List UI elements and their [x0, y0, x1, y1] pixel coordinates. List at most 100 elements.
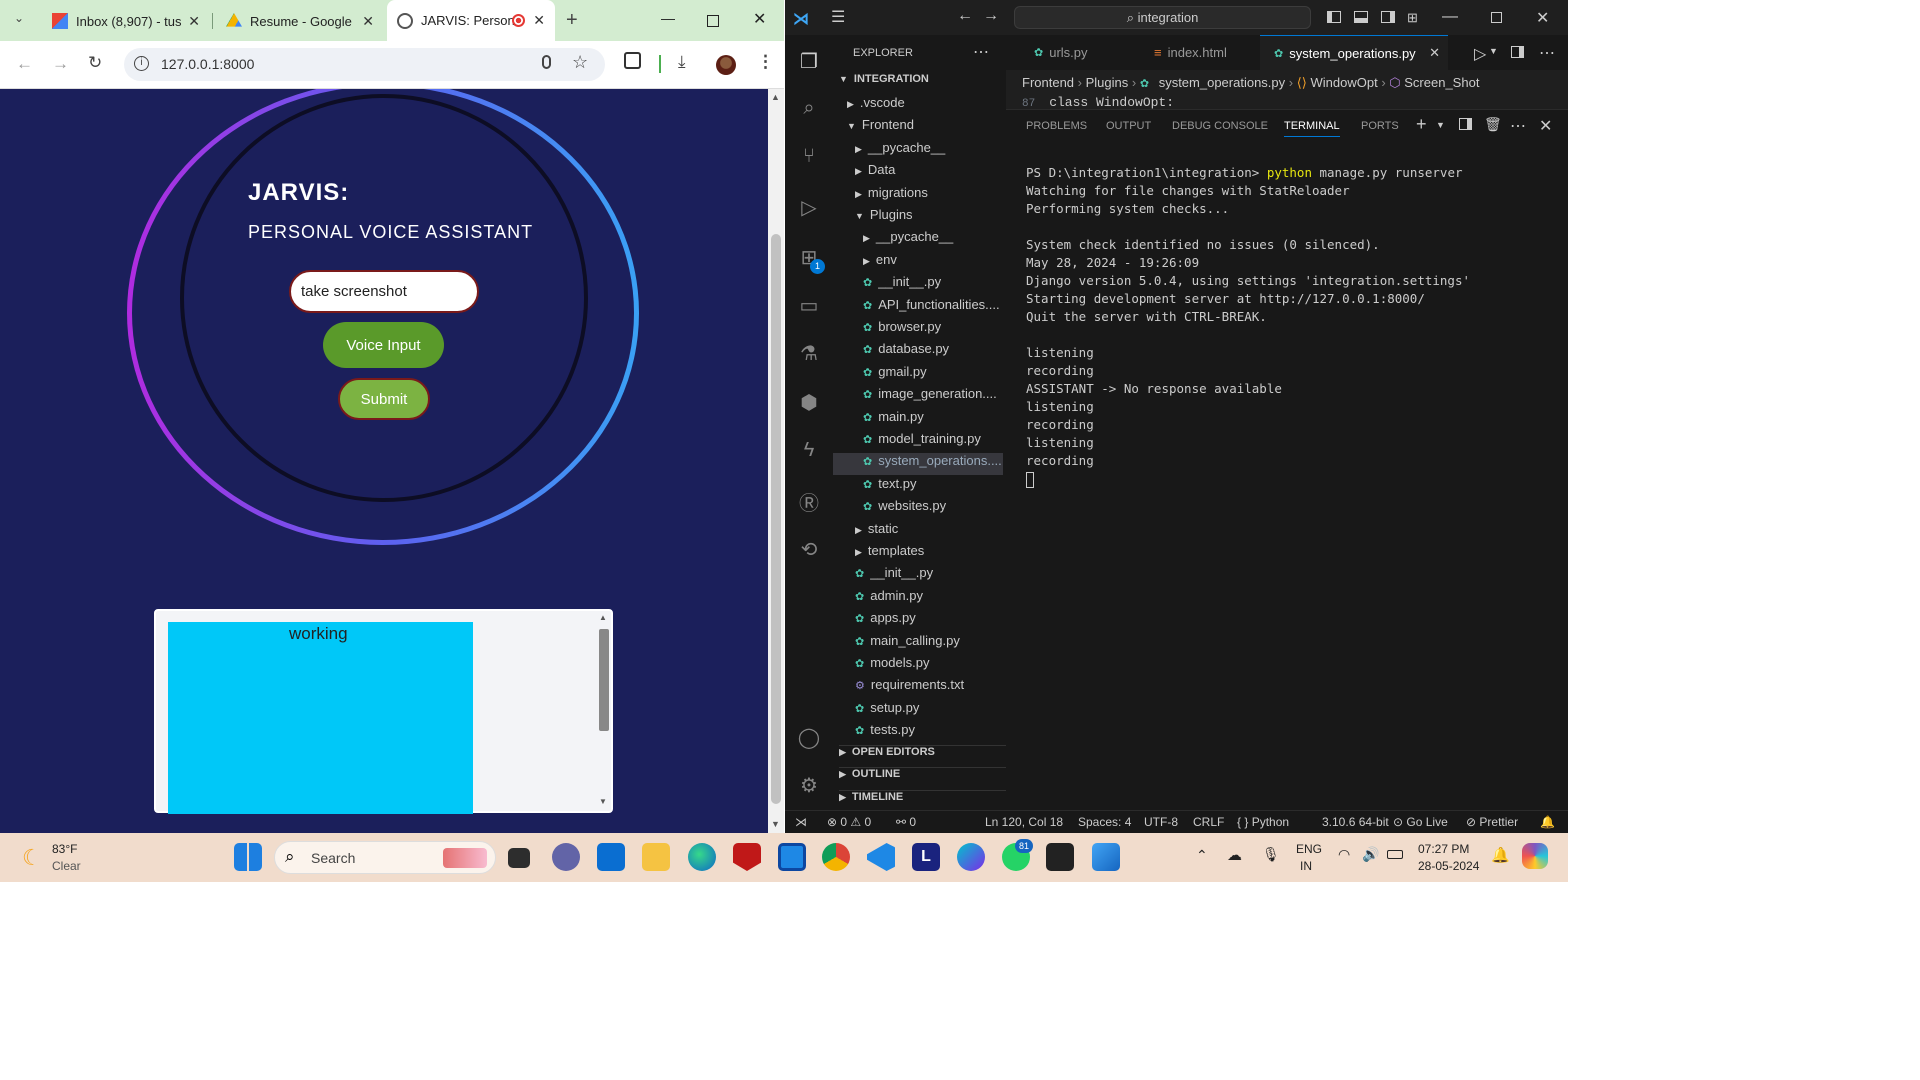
testing-icon[interactable]: ⚗ — [797, 341, 821, 365]
l-app-icon[interactable]: L — [912, 843, 940, 871]
maximize-icon[interactable] — [1491, 12, 1502, 23]
more-actions-icon[interactable]: ⋯ — [1539, 43, 1555, 63]
scroll-up-icon[interactable]: ▲ — [599, 613, 607, 622]
section-outline[interactable]: ▶ OUTLINE — [839, 767, 1006, 789]
close-panel-icon[interactable]: ✕ — [1539, 116, 1552, 136]
new-tab-icon[interactable]: + — [566, 9, 578, 32]
toggle-secondary-sidebar-icon[interactable] — [1381, 11, 1395, 23]
tree-folder[interactable]: ▶ .vscode — [833, 95, 1003, 117]
tree-file[interactable]: ✿ model_training.py — [833, 431, 1003, 453]
scroll-down-icon[interactable]: ▼ — [599, 797, 607, 806]
close-icon[interactable]: ✕ — [188, 13, 200, 30]
tree-file[interactable]: ✿ setup.py — [833, 700, 1003, 722]
language-code[interactable]: ENG — [1296, 842, 1322, 856]
weather-temp[interactable]: 83°F — [52, 842, 77, 856]
trash-icon[interactable]: 🗑 — [1484, 116, 1502, 133]
menu-icon[interactable]: ⋮ — [757, 52, 774, 72]
mcafee-icon[interactable] — [733, 843, 761, 871]
windows-start-icon[interactable] — [234, 843, 262, 871]
tree-file[interactable]: ⚙ requirements.txt — [833, 677, 1003, 699]
tab-resume[interactable]: Resume - Google ✕ — [216, 6, 384, 36]
site-info-icon[interactable]: i — [134, 56, 149, 71]
weather-condition[interactable]: Clear — [52, 859, 81, 873]
tree-folder[interactable]: ▶ env — [833, 252, 1003, 274]
photos-icon[interactable] — [1092, 843, 1120, 871]
microphone-icon[interactable]: 🎙 — [1262, 846, 1280, 863]
reload-icon[interactable]: ↻ — [88, 53, 102, 73]
prettier-status[interactable]: ⊘ Prettier — [1466, 815, 1518, 829]
tree-folder[interactable]: ▶ migrations — [833, 185, 1003, 207]
tree-file[interactable]: ✿ image_generation.... — [833, 386, 1003, 408]
tree-folder[interactable]: ▶ __pycache__ — [833, 140, 1003, 162]
settings-gear-icon[interactable]: ⚙ — [797, 773, 821, 797]
tree-file[interactable]: ✿ API_functionalities.... — [833, 297, 1003, 319]
app-icon[interactable] — [778, 843, 806, 871]
tree-file[interactable]: ✿ websites.py — [833, 498, 1003, 520]
tree-folder[interactable]: ▼ Frontend — [833, 117, 1003, 139]
editor-tab-system-operations[interactable]: ✿ system_operations.py ✕ — [1260, 35, 1448, 70]
python-interpreter[interactable]: 3.10.6 64-bit — [1322, 815, 1389, 829]
tree-folder[interactable]: ▶ __pycache__ — [833, 229, 1003, 251]
breadcrumb-item[interactable]: Frontend — [1022, 75, 1074, 90]
r-icon[interactable]: Ⓡ — [797, 487, 821, 515]
scroll-up-icon[interactable]: ▲ — [771, 92, 780, 102]
account-icon[interactable]: ◯ — [797, 725, 821, 749]
cursor-position[interactable]: Ln 120, Col 18 — [985, 815, 1063, 829]
scroll-thumb[interactable] — [599, 629, 609, 731]
panel-tab-terminal[interactable]: TERMINAL — [1284, 120, 1340, 137]
command-input[interactable] — [289, 270, 479, 313]
thunder-client-icon[interactable]: ϟ — [797, 439, 821, 463]
extensions-icon[interactable] — [624, 52, 641, 69]
breadcrumb-item[interactable]: system_operations.py — [1159, 75, 1285, 90]
volume-icon[interactable]: 🔊 — [1362, 846, 1379, 863]
notification-bell-icon[interactable]: 🔔 — [1491, 846, 1510, 864]
edge-icon[interactable] — [688, 843, 716, 871]
tree-file[interactable]: ✿ main.py — [833, 409, 1003, 431]
toggle-panel-icon[interactable] — [1354, 11, 1368, 23]
tree-file[interactable]: ✿ __init__.py — [833, 274, 1003, 296]
tree-file[interactable]: ✿ database.py — [833, 341, 1003, 363]
customize-layout-icon[interactable]: ⊞ — [1407, 10, 1418, 26]
taskbar-search[interactable]: ⌕ Search — [274, 841, 496, 874]
close-icon[interactable]: ✕ — [533, 12, 545, 29]
close-icon[interactable]: ✕ — [1429, 45, 1440, 61]
forward-icon[interactable]: → — [52, 54, 69, 74]
breadcrumb-item[interactable]: WindowOpt — [1311, 75, 1378, 90]
tree-file[interactable]: ✿ models.py — [833, 655, 1003, 677]
problems-status[interactable]: ⊗ 0 ⚠ 0 — [827, 815, 871, 829]
tree-folder[interactable]: ▼ Plugins — [833, 207, 1003, 229]
tree-file[interactable]: ✿ __init__.py — [833, 565, 1003, 587]
tree-file[interactable]: ✿ gmail.py — [833, 364, 1003, 386]
close-icon[interactable]: ✕ — [362, 13, 374, 30]
indentation[interactable]: Spaces: 4 — [1078, 815, 1131, 829]
file-explorer-icon[interactable] — [642, 843, 670, 871]
tree-file[interactable]: ✿ text.py — [833, 476, 1003, 498]
hamburger-menu-icon[interactable]: ☰ — [831, 7, 845, 27]
tree-file[interactable]: ✿ tests.py — [833, 722, 1003, 744]
source-control-icon[interactable]: ⑂ — [797, 145, 821, 169]
tab-gmail[interactable]: Inbox (8,907) - tus ✕ — [42, 6, 210, 36]
microsoft-store-icon[interactable] — [597, 843, 625, 871]
clock-time[interactable]: 07:27 PM — [1418, 842, 1469, 856]
battery-icon[interactable] — [1387, 850, 1403, 859]
tab-jarvis[interactable]: JARVIS: Person ✕ — [387, 0, 555, 41]
tree-file[interactable]: ✿ system_operations.... — [833, 453, 1003, 476]
clock-date[interactable]: 28-05-2024 — [1418, 859, 1479, 873]
remote-icon[interactable]: ⋊ — [795, 815, 807, 829]
chrome-icon[interactable] — [822, 843, 850, 871]
weather-moon-icon[interactable]: ☾ — [22, 845, 42, 871]
minimize-icon[interactable]: — — [1442, 8, 1458, 26]
section-open-editors[interactable]: ▶ OPEN EDITORS — [839, 745, 1006, 767]
code-line[interactable]: 87 class WindowOpt: — [1022, 95, 1174, 110]
breadcrumb-item[interactable]: Plugins — [1086, 75, 1129, 90]
section-timeline[interactable]: ▶ TIMELINE — [839, 790, 1006, 812]
terminal-output[interactable]: PS D:\integration1\integration> python m… — [1026, 164, 1470, 488]
nav-back-icon[interactable]: ← — [957, 7, 973, 25]
close-window-icon[interactable]: ✕ — [1536, 8, 1549, 28]
maximize-icon[interactable] — [707, 15, 719, 27]
vscode-icon[interactable] — [867, 843, 895, 871]
tab-search-icon[interactable]: ⌄ — [14, 11, 24, 25]
ports-status[interactable]: ⚯ 0 — [896, 815, 916, 829]
microphone-icon[interactable] — [542, 55, 551, 69]
tree-folder[interactable]: ▶ templates — [833, 543, 1003, 565]
